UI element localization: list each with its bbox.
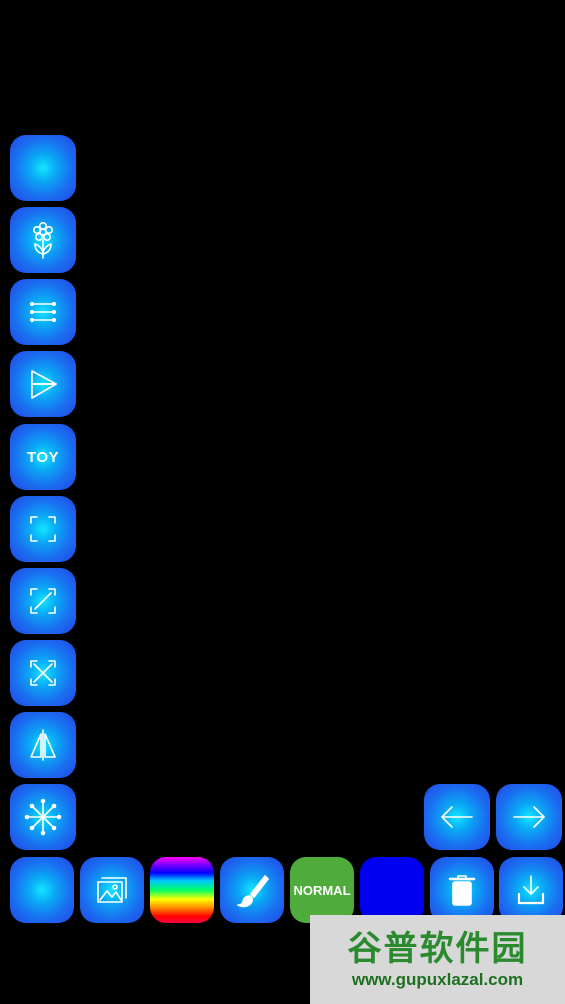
trash-icon bbox=[448, 875, 476, 906]
brush-button[interactable] bbox=[220, 857, 284, 923]
frame-corners-icon bbox=[30, 516, 56, 542]
cross-button[interactable] bbox=[10, 640, 76, 706]
flower-icon bbox=[33, 221, 53, 259]
burst-button[interactable] bbox=[10, 784, 76, 850]
watermark: 谷普软件园 www.gupuxlazal.com bbox=[310, 915, 565, 1004]
watermark-url: www.gupuxlazal.com bbox=[351, 969, 524, 989]
color-swatch-button[interactable] bbox=[360, 857, 424, 923]
burst-icon bbox=[24, 798, 62, 836]
glow-brush-button[interactable] bbox=[10, 857, 74, 923]
arrow-left-icon bbox=[441, 806, 473, 828]
lines-button[interactable] bbox=[10, 279, 76, 345]
download-button[interactable] bbox=[499, 857, 563, 923]
plain-glow-button[interactable] bbox=[10, 135, 76, 201]
expand-button[interactable] bbox=[10, 568, 76, 634]
rainbow-palette-button[interactable] bbox=[150, 857, 214, 923]
triangle-icon bbox=[31, 370, 57, 399]
back-arrow-button[interactable] bbox=[424, 784, 490, 850]
frame-button[interactable] bbox=[10, 496, 76, 562]
gallery-button[interactable] bbox=[80, 857, 144, 923]
flower-button[interactable] bbox=[10, 207, 76, 273]
gallery-icon bbox=[97, 877, 127, 903]
mirror-button[interactable] bbox=[10, 712, 76, 778]
download-icon bbox=[517, 875, 545, 905]
toy-label: TOY bbox=[26, 448, 60, 466]
mirror-triangle-icon bbox=[30, 729, 56, 761]
normal-label: NORMAL bbox=[293, 882, 351, 898]
forward-arrow-button[interactable] bbox=[496, 784, 562, 850]
arrow-right-icon bbox=[513, 806, 545, 828]
triangle-button[interactable] bbox=[10, 351, 76, 417]
cross-expand-icon bbox=[30, 660, 56, 686]
brush-icon bbox=[237, 875, 269, 908]
lines-icon bbox=[29, 301, 57, 323]
normal-mode-button[interactable]: NORMAL bbox=[290, 857, 354, 923]
toy-button[interactable]: TOY bbox=[10, 424, 76, 490]
expand-diagonal-icon bbox=[30, 588, 56, 614]
trash-button[interactable] bbox=[430, 857, 494, 923]
watermark-title: 谷普软件园 bbox=[347, 929, 528, 968]
